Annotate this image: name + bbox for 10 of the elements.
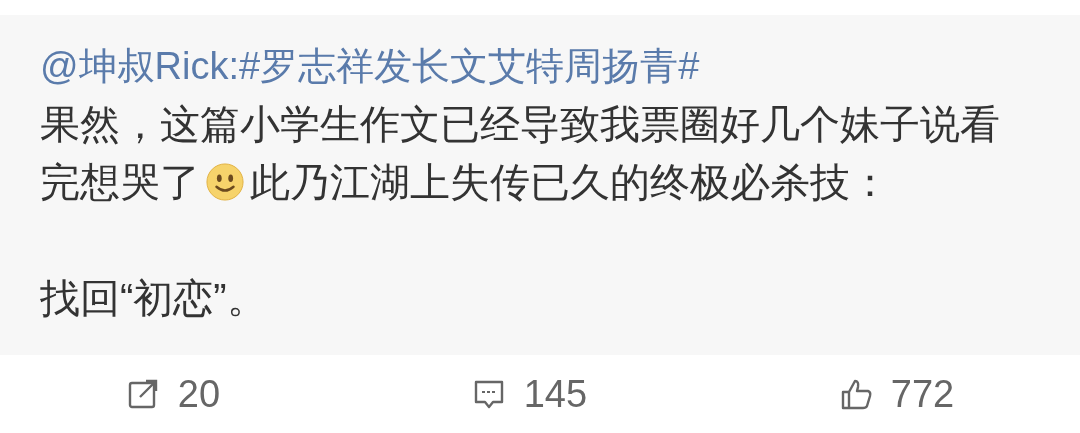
count: 20 [177,371,221,417]
topic-link[interactable]: #罗志祥发长文艾特周扬青# [239,45,700,87]
post-text: 果然，这篇小学生作文已经导致我票圈好几个妹子说看 [40,101,1000,148]
post-text: 找回“初恋”。 [40,276,267,320]
user-link[interactable]: @坤叔Rick: [40,45,240,87]
count: 772 [890,371,955,417]
post-text: 完想哭了 [40,159,200,206]
smiley-icon [206,163,244,201]
count: 145 [523,371,588,417]
post-text: 此乃江湖上失传已久的终极必杀技： [250,159,890,206]
